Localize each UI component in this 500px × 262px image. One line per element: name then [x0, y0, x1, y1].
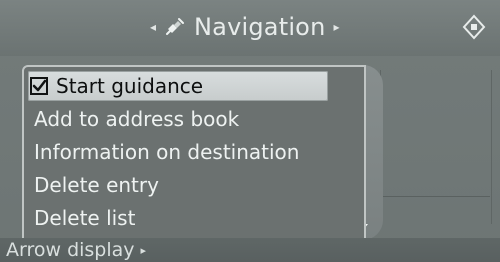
header-bar: ◂ Navigation ▸	[0, 0, 500, 56]
arrow-display-bar[interactable]: Arrow display ▸	[0, 238, 500, 262]
options-menu: Start guidance Add to address book Infor…	[22, 65, 366, 240]
check-icon	[28, 75, 50, 97]
right-divider	[380, 196, 490, 197]
satellite-icon	[164, 16, 186, 38]
footer-label: Arrow display	[6, 239, 135, 261]
menu-item-start-guidance[interactable]: Start guidance	[28, 71, 328, 101]
menu-item-add-to-address-book[interactable]: Add to address book	[34, 104, 344, 134]
right-arrow-icon[interactable]: ▸	[333, 21, 339, 33]
menu-item-label: Add to address book	[34, 107, 240, 131]
left-arrow-icon[interactable]: ◂	[150, 21, 156, 33]
menu-item-label: Delete entry	[34, 173, 159, 197]
menu-item-label: Delete list	[34, 206, 136, 230]
menu-item-delete-list[interactable]: Delete list	[34, 203, 344, 233]
menu-item-information-on-destination[interactable]: Information on destination	[34, 137, 344, 167]
title-area: ◂ Navigation ▸	[150, 10, 370, 44]
right-panel	[380, 70, 492, 224]
navigation-screen: ◂ Navigation ▸ Start guidance Add to add…	[0, 0, 500, 262]
diamond-menu-icon[interactable]	[458, 11, 490, 43]
page-title: Navigation	[194, 13, 326, 41]
menu-item-delete-entry[interactable]: Delete entry	[34, 170, 344, 200]
menu-item-label: Information on destination	[34, 140, 300, 164]
menu-item-label: Start guidance	[56, 74, 204, 98]
right-arrow-icon: ▸	[140, 243, 147, 257]
